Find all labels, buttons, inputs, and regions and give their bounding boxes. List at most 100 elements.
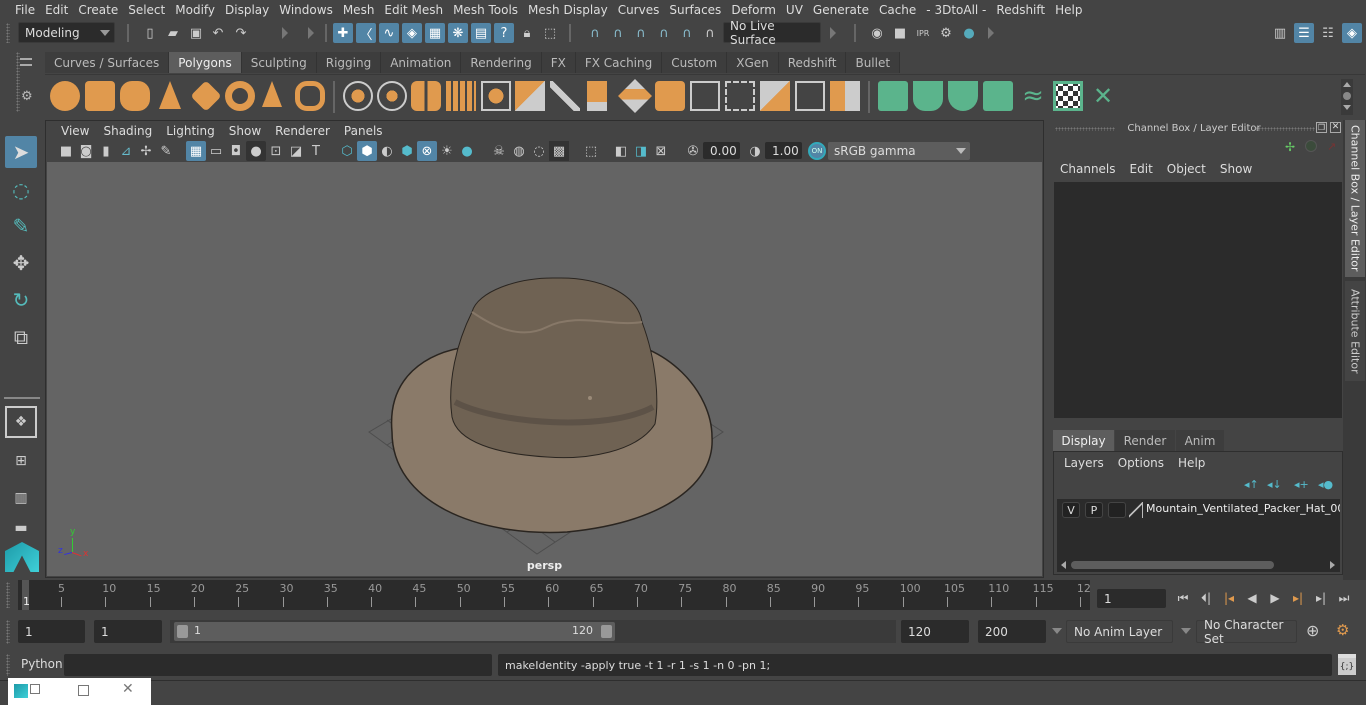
side-tab-attribute-editor[interactable]: Attribute Editor bbox=[1345, 281, 1365, 381]
snap-grid-icon[interactable]: ∩ bbox=[585, 23, 605, 43]
shelf-menu-icon[interactable] bbox=[20, 58, 32, 66]
menu-mesh-tools[interactable]: Mesh Tools bbox=[448, 3, 523, 17]
render-frame-icon[interactable]: ■ bbox=[890, 23, 910, 43]
poly-cylinder-icon[interactable] bbox=[120, 81, 150, 111]
go-to-end-icon[interactable]: ⏭ bbox=[1337, 590, 1351, 606]
menu-windows[interactable]: Windows bbox=[274, 3, 338, 17]
help-icon[interactable]: ? bbox=[494, 23, 514, 43]
uv-cylindrical-icon[interactable] bbox=[913, 81, 943, 111]
move-layer-up-icon[interactable]: ◂↑ bbox=[1244, 478, 1259, 491]
hypershade-icon[interactable]: ● bbox=[959, 23, 979, 43]
anim-layer-dropdown[interactable]: No Anim Layer bbox=[1066, 620, 1173, 643]
select-highlight-icon[interactable]: ⬚ bbox=[540, 23, 560, 43]
snap-view-plane-icon[interactable]: ∩ bbox=[654, 23, 674, 43]
character-set-dropdown[interactable]: No Character Set bbox=[1196, 618, 1297, 646]
shelf-tab-fx[interactable]: FX bbox=[541, 52, 576, 73]
select-by-object-type-icon[interactable]: 〈 bbox=[356, 23, 376, 43]
rotate-tool-icon[interactable]: ↻ bbox=[5, 284, 37, 316]
layer-menu-options[interactable]: Options bbox=[1118, 456, 1178, 470]
open-scene-icon[interactable]: ▰ bbox=[163, 23, 183, 43]
save-scene-icon[interactable]: ▣ bbox=[186, 23, 206, 43]
menu-edit-mesh[interactable]: Edit Mesh bbox=[379, 3, 448, 17]
menu-modify[interactable]: Modify bbox=[170, 3, 220, 17]
select-by-component-icon[interactable]: ∿ bbox=[379, 23, 399, 43]
layer-visibility-toggle[interactable]: V bbox=[1062, 502, 1080, 518]
menu-deform[interactable]: Deform bbox=[726, 3, 781, 17]
uv-editor-icon[interactable] bbox=[1053, 81, 1083, 111]
viewport-menu-lighting[interactable]: Lighting bbox=[159, 124, 222, 138]
viewport-menu-shading[interactable]: Shading bbox=[96, 124, 159, 138]
manipulator-icon[interactable]: ✢ bbox=[1285, 140, 1295, 154]
scale-tool-icon[interactable]: ⧉ bbox=[5, 321, 37, 353]
close-window-icon[interactable]: ✕ bbox=[122, 681, 134, 697]
smooth-shade-icon[interactable]: ⬢ bbox=[357, 141, 377, 161]
insert-edge-loop-icon[interactable] bbox=[690, 81, 720, 111]
remesh-icon[interactable] bbox=[515, 81, 545, 111]
range-grip[interactable] bbox=[6, 620, 10, 644]
extrude-icon[interactable] bbox=[587, 81, 607, 111]
collapse-arrow-icon[interactable] bbox=[830, 27, 836, 39]
move-layer-down-icon[interactable]: ◂↓ bbox=[1267, 478, 1282, 491]
shelf-tab-xgen[interactable]: XGen bbox=[727, 52, 779, 73]
command-result-field[interactable]: makeIdentity -apply true -t 1 -r 1 -s 1 … bbox=[498, 654, 1332, 676]
end-time-field[interactable]: 200 bbox=[978, 620, 1046, 643]
uv-automatic-icon[interactable] bbox=[983, 81, 1013, 111]
wireframe-on-shaded-icon[interactable]: ⬢ bbox=[397, 141, 417, 161]
auto-key-icon[interactable]: ⊕ bbox=[1306, 621, 1319, 640]
shelf-tab-animation[interactable]: Animation bbox=[381, 52, 462, 73]
anim-layer-chevron-icon[interactable] bbox=[1052, 628, 1062, 634]
bridge-icon[interactable] bbox=[618, 79, 652, 113]
motion-blur-icon[interactable]: ◍ bbox=[509, 141, 529, 161]
color-management-toggle[interactable]: ON bbox=[808, 142, 826, 160]
viewport-menu-panels[interactable]: Panels bbox=[337, 124, 390, 138]
range-start-handle[interactable] bbox=[177, 625, 188, 638]
redo-icon[interactable]: ↷ bbox=[231, 23, 251, 43]
new-scene-icon[interactable]: ▯ bbox=[140, 23, 160, 43]
undo-icon[interactable]: ↶ bbox=[208, 23, 228, 43]
step-forward-key-icon[interactable]: ▸| bbox=[1291, 590, 1305, 606]
bevel-icon[interactable] bbox=[655, 81, 685, 111]
xray-joints-icon[interactable]: ⊠ bbox=[651, 141, 671, 161]
uv-layout-icon[interactable]: ✕ bbox=[1088, 81, 1118, 111]
play-backwards-icon[interactable]: ◀ bbox=[1245, 590, 1259, 606]
range-end-handle[interactable] bbox=[601, 625, 612, 638]
script-language-toggle[interactable]: Python bbox=[21, 657, 63, 671]
side-tab-channel-box[interactable]: Channel Box / Layer Editor bbox=[1345, 120, 1365, 277]
menu-edit[interactable]: Edit bbox=[40, 3, 73, 17]
poly-sphere-icon[interactable] bbox=[50, 81, 80, 111]
multisample-aa-icon[interactable]: ◌ bbox=[529, 141, 549, 161]
channel-menu-show[interactable]: Show bbox=[1220, 162, 1252, 176]
shelf-tab-curves-surfaces[interactable]: Curves / Surfaces bbox=[45, 52, 170, 73]
depth-of-field-icon[interactable]: ▩ bbox=[549, 141, 569, 161]
float-panel-icon[interactable]: ❐ bbox=[1316, 122, 1327, 133]
separate-icon[interactable] bbox=[377, 81, 407, 111]
channel-box-toggle-icon[interactable]: ◈ bbox=[1342, 23, 1362, 43]
select-by-hierarchy-icon[interactable]: ✚ bbox=[333, 23, 353, 43]
workspace-dropdown[interactable]: Modeling bbox=[18, 22, 115, 43]
step-back-key-icon[interactable]: |◂ bbox=[1222, 590, 1236, 606]
shelf-tab-bullet[interactable]: Bullet bbox=[846, 52, 901, 73]
animation-preferences-icon[interactable]: ⚙ bbox=[1336, 621, 1349, 639]
four-view-layout-icon[interactable]: ⊞ bbox=[5, 445, 37, 477]
channel-menu-object[interactable]: Object bbox=[1167, 162, 1220, 176]
script-editor-icon[interactable]: {;} bbox=[1338, 654, 1356, 675]
poly-pipe-icon[interactable] bbox=[295, 81, 325, 111]
tool-settings-toggle-icon[interactable]: ☷ bbox=[1318, 23, 1338, 43]
menu-help[interactable]: Help bbox=[1050, 3, 1087, 17]
layer-name[interactable]: Mountain_Ventilated_Packer_Hat_001 bbox=[1146, 502, 1340, 515]
channel-menu-channels[interactable]: Channels bbox=[1060, 162, 1130, 176]
reduce-icon[interactable] bbox=[481, 81, 511, 111]
scroll-right-icon[interactable] bbox=[1330, 561, 1335, 569]
combine-icon[interactable] bbox=[343, 81, 373, 111]
command-input[interactable] bbox=[64, 654, 492, 676]
current-frame-field[interactable]: 1 bbox=[1097, 589, 1166, 608]
ipr-render-icon[interactable]: IPR bbox=[913, 23, 933, 43]
menu-curves[interactable]: Curves bbox=[613, 3, 665, 17]
shelf-menu-dot-icon[interactable] bbox=[1343, 92, 1351, 100]
camera-attributes-icon[interactable]: ◙ bbox=[76, 141, 96, 161]
collapse-arrow-icon[interactable] bbox=[988, 27, 994, 39]
playback-end-field[interactable]: 120 bbox=[901, 620, 969, 643]
step-forward-frame-icon[interactable]: ▸| bbox=[1314, 590, 1328, 606]
snap-live-icon[interactable]: ∩ bbox=[677, 23, 697, 43]
snap-multiple-icon[interactable]: ❋ bbox=[448, 23, 468, 43]
